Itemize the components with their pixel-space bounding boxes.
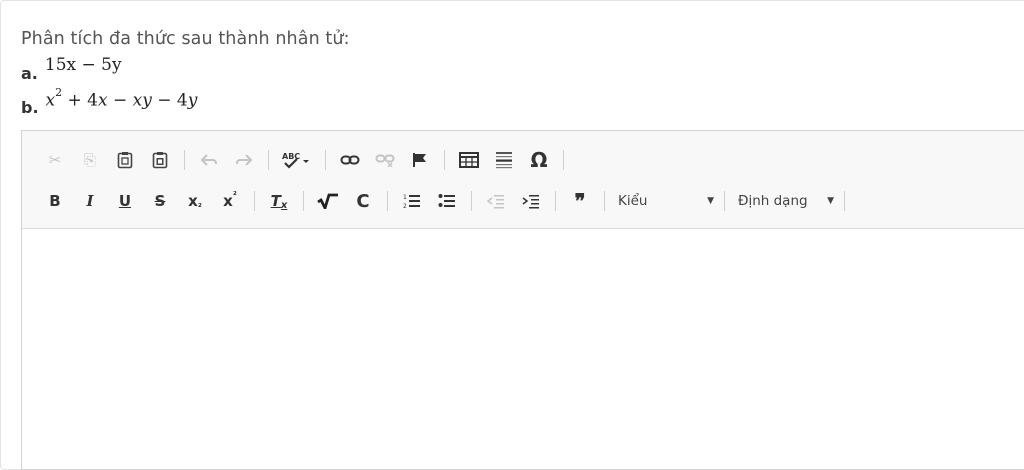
copy-icon[interactable]: ⎘ xyxy=(79,148,101,172)
question-item-b: b. x2 + 4x − xy − 4y xyxy=(21,86,198,117)
toolbar-separator xyxy=(844,191,845,211)
superscript-button[interactable]: x² xyxy=(219,189,241,213)
svg-text:1: 1 xyxy=(403,194,407,201)
toolbar-separator xyxy=(184,150,185,170)
toolbar-row-1: ✂ ⎘ ABC Ω xyxy=(44,147,577,173)
strikethrough-button[interactable]: S xyxy=(149,189,171,213)
rich-text-editor: ✂ ⎘ ABC Ω B I U S x ₂ x ² T x C 1 2 ❞ Ki… xyxy=(21,130,1024,470)
indent-icon[interactable] xyxy=(520,189,542,213)
c-symbol-button[interactable]: C xyxy=(352,189,374,213)
toolbar-separator xyxy=(604,191,605,211)
toolbar-separator xyxy=(303,191,304,211)
sqrt-icon[interactable] xyxy=(317,189,339,213)
outdent-icon[interactable] xyxy=(485,189,507,213)
remove-format-button[interactable]: Tx xyxy=(268,189,290,213)
toolbar-separator xyxy=(555,191,556,211)
format-dropdown-label: Định dạng xyxy=(738,193,808,209)
chevron-down-icon: ▼ xyxy=(707,196,714,206)
toolbar-row-2: B I U S x₂ x² Tx C 12 ❞ Kiểu ▼ Định dạng… xyxy=(44,188,858,214)
toolbar-separator xyxy=(387,191,388,211)
toolbar-separator xyxy=(444,150,445,170)
question-prompt: Phân tích đa thức sau thành nhân tử: xyxy=(21,29,350,49)
question-card: Phân tích đa thức sau thành nhân tử: a. … xyxy=(0,0,1024,470)
subscript-button[interactable]: x₂ xyxy=(184,189,206,213)
format-dropdown[interactable]: Định dạng ▼ xyxy=(738,189,834,213)
blockquote-icon[interactable]: ❞ xyxy=(569,189,591,213)
bullet-list-icon[interactable] xyxy=(436,189,458,213)
spellcheck-icon[interactable]: ABC xyxy=(282,148,312,172)
editor-toolbar: ✂ ⎘ ABC Ω B I U S x ₂ x ² T x C 1 2 ❞ Ki… xyxy=(22,131,1024,229)
cut-icon[interactable]: ✂ xyxy=(44,148,66,172)
toolbar-separator xyxy=(268,150,269,170)
item-label: a. xyxy=(21,64,38,83)
anchor-flag-icon[interactable] xyxy=(409,148,431,172)
numbered-list-icon[interactable]: 12 xyxy=(401,189,423,213)
toolbar-separator xyxy=(325,150,326,170)
toolbar-separator xyxy=(724,191,725,211)
question-item-a: a. 15x − 5y xyxy=(21,55,122,83)
unlink-icon[interactable] xyxy=(374,148,396,172)
underline-button[interactable]: U xyxy=(114,189,136,213)
toolbar-separator xyxy=(254,191,255,211)
italic-button[interactable]: I xyxy=(79,189,101,213)
paste-icon[interactable] xyxy=(114,148,136,172)
math-expression: 15x − 5y xyxy=(44,55,122,75)
table-icon[interactable] xyxy=(458,148,480,172)
toolbar-separator xyxy=(471,191,472,211)
styles-dropdown-label: Kiểu xyxy=(618,193,648,209)
link-icon[interactable] xyxy=(339,148,361,172)
special-char-icon[interactable]: Ω xyxy=(528,148,550,172)
item-label: b. xyxy=(21,97,39,117)
horizontal-line-icon[interactable] xyxy=(493,148,515,172)
undo-icon[interactable] xyxy=(198,148,220,172)
editor-content-area[interactable] xyxy=(22,229,1024,469)
toolbar-separator xyxy=(563,150,564,170)
math-expression: x2 + 4x − xy − 4y xyxy=(45,86,198,111)
redo-icon[interactable] xyxy=(233,148,255,172)
svg-text:2: 2 xyxy=(403,203,407,209)
styles-dropdown[interactable]: Kiểu ▼ xyxy=(618,189,714,213)
chevron-down-icon: ▼ xyxy=(827,196,834,206)
paste-from-word-icon[interactable] xyxy=(149,148,171,172)
bold-button[interactable]: B xyxy=(44,189,66,213)
